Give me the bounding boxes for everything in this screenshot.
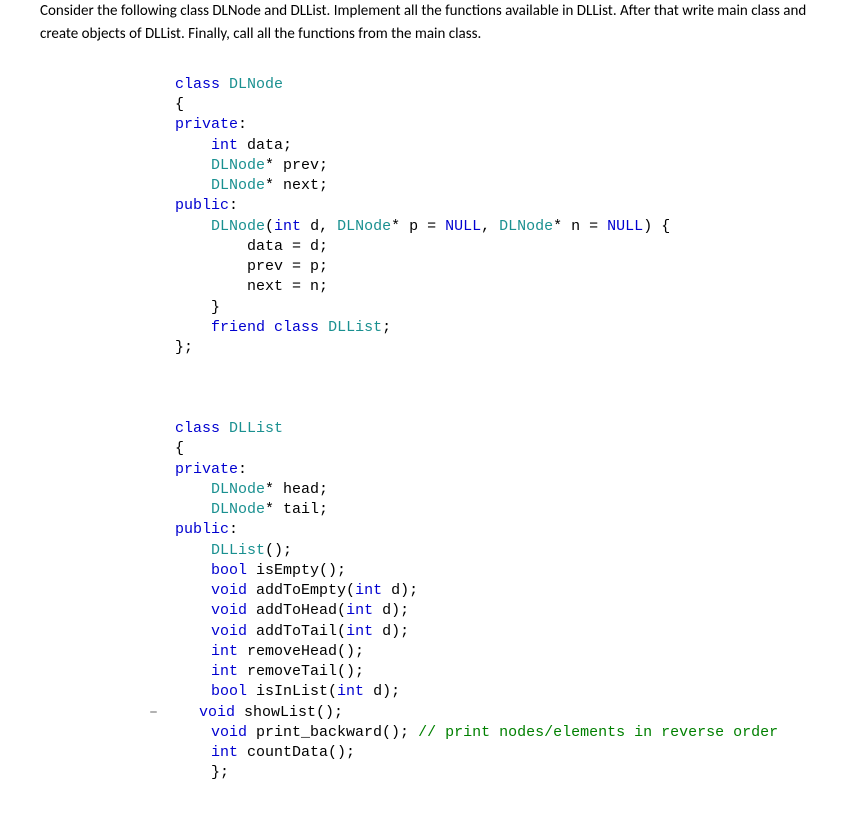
- kw-void: void: [199, 704, 235, 721]
- isinlist-1: isInList(: [247, 683, 337, 700]
- addtoempty-2: d);: [382, 582, 418, 599]
- ctor-sig-p: * p =: [391, 218, 445, 235]
- addtoempty-1: addToEmpty(: [247, 582, 355, 599]
- type-dllist: DLList: [229, 420, 283, 437]
- friend-semi: ;: [382, 319, 391, 336]
- dllist-ctor: ();: [265, 542, 292, 559]
- printback: print_backward();: [247, 724, 418, 741]
- null: NULL: [607, 218, 643, 235]
- field-next: * next;: [265, 177, 328, 194]
- isinlist-2: d);: [364, 683, 400, 700]
- type-dllist: DLList: [211, 542, 265, 559]
- kw-bool: bool: [211, 562, 247, 579]
- kw-int: int: [274, 218, 301, 235]
- brace-open: {: [175, 440, 184, 457]
- kw-int: int: [211, 137, 238, 154]
- printback-comment: // print nodes/elements in reverse order: [418, 724, 778, 741]
- kw-class: class: [274, 319, 319, 336]
- gutter-collapse-icon: –: [149, 703, 163, 723]
- kw-class: class: [175, 76, 220, 93]
- field-data: data;: [238, 137, 292, 154]
- countdata: countData();: [238, 744, 355, 761]
- addtohead-1: addToHead(: [247, 602, 346, 619]
- isempty: isEmpty();: [247, 562, 346, 579]
- body-data: data = d;: [247, 238, 328, 255]
- kw-int: int: [346, 623, 373, 640]
- code-dlnode: class DLNode { private: int data; DLNode…: [175, 55, 824, 399]
- brace-open: {: [175, 96, 184, 113]
- colon: :: [229, 521, 238, 538]
- body-prev: prev = p;: [247, 258, 328, 275]
- type-dlnode: DLNode: [211, 501, 265, 518]
- type-dlnode: DLNode: [211, 481, 265, 498]
- type-dlnode: DLNode: [229, 76, 283, 93]
- showlist: showList();: [235, 704, 343, 721]
- dllist-end: };: [211, 764, 229, 781]
- kw-void: void: [211, 582, 247, 599]
- kw-int: int: [211, 744, 238, 761]
- ctor-sig: (: [265, 218, 274, 235]
- ctor-sig-n: * n =: [553, 218, 607, 235]
- null: NULL: [445, 218, 481, 235]
- type-dllist: DLList: [328, 319, 382, 336]
- colon: :: [238, 116, 247, 133]
- kw-public: public: [175, 197, 229, 214]
- kw-void: void: [211, 602, 247, 619]
- colon: :: [229, 197, 238, 214]
- ctor-sig-comma: ,: [481, 218, 499, 235]
- ctor-sig-end: ) {: [643, 218, 670, 235]
- body-next: next = n;: [247, 278, 328, 295]
- type-dlnode: DLNode: [337, 218, 391, 235]
- type-dlnode: DLNode: [211, 157, 265, 174]
- type-dlnode: DLNode: [211, 218, 265, 235]
- type-dlnode: DLNode: [211, 177, 265, 194]
- kw-class: class: [175, 420, 220, 437]
- kw-public: public: [175, 521, 229, 538]
- colon: :: [238, 461, 247, 478]
- addtotail-1: addToTail(: [247, 623, 346, 640]
- kw-int: int: [355, 582, 382, 599]
- type-dlnode: DLNode: [499, 218, 553, 235]
- field-tail: * tail;: [265, 501, 328, 518]
- field-head: * head;: [265, 481, 328, 498]
- addtohead-2: d);: [373, 602, 409, 619]
- removetail: removeTail();: [238, 663, 364, 680]
- brace-close: }: [211, 299, 220, 316]
- kw-void: void: [211, 724, 247, 741]
- kw-int: int: [346, 602, 373, 619]
- question-prompt: Consider the following class DLNode and …: [40, 0, 824, 47]
- code-dllist: class DLList { private: DLNode* head; DL…: [175, 399, 824, 784]
- ctor-sig-d: d,: [301, 218, 337, 235]
- addtotail-2: d);: [373, 623, 409, 640]
- kw-int: int: [211, 663, 238, 680]
- removehead: removeHead();: [238, 643, 364, 660]
- prompt-text: Consider the following class DLNode and …: [40, 2, 806, 43]
- dlnode-end: };: [175, 339, 193, 356]
- kw-int: int: [337, 683, 364, 700]
- kw-friend: friend: [211, 319, 265, 336]
- field-prev: * prev;: [265, 157, 328, 174]
- kw-bool: bool: [211, 683, 247, 700]
- kw-void: void: [211, 623, 247, 640]
- kw-private: private: [175, 461, 238, 478]
- kw-private: private: [175, 116, 238, 133]
- kw-int: int: [211, 643, 238, 660]
